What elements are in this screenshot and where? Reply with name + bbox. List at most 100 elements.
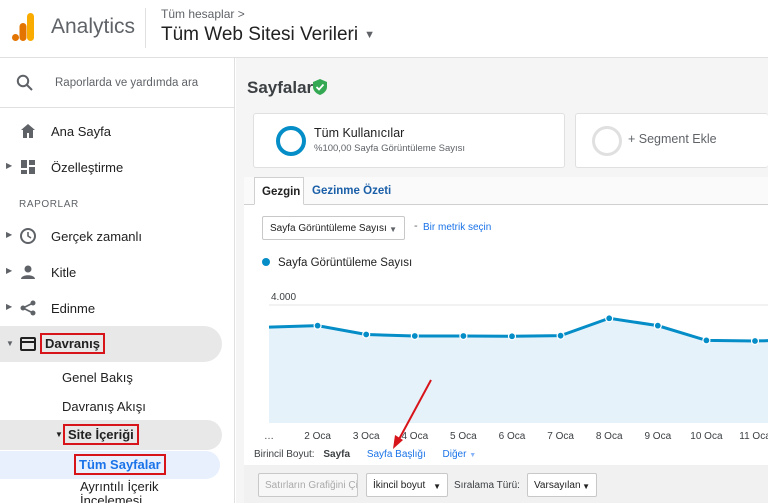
app-name: Analytics <box>51 15 136 38</box>
sort-type-value: Varsayılan <box>534 480 581 491</box>
home-icon <box>21 124 35 138</box>
y-tick-label: 4.000 <box>271 292 296 303</box>
sidebar-item-audience[interactable]: ▶ Kitle <box>0 254 222 290</box>
data-point <box>605 314 614 323</box>
sidebar-item-realtime[interactable]: ▶ Gerçek zamanlı <box>0 218 222 254</box>
data-point <box>410 331 419 341</box>
pageviews-chart[interactable]: 4.0002.000…2 Oca3 Oca4 Oca5 Oca6 Oca7 Oc… <box>244 275 768 447</box>
clock-icon <box>20 228 36 244</box>
annotation-arrow-icon <box>393 379 432 449</box>
sidebar-search[interactable]: Raporlarda ve yardımda ara <box>0 58 235 108</box>
collapse-arrow-icon[interactable]: ▼ <box>55 430 63 439</box>
sidebar-item-home[interactable]: Ana Sayfa <box>0 113 222 149</box>
x-tick-label: 2 Oca <box>304 431 331 442</box>
legend-label: Sayfa Görüntüleme Sayısı <box>278 257 413 269</box>
verified-check-icon <box>313 79 327 95</box>
expand-arrow-icon[interactable]: ▶ <box>6 302 12 311</box>
search-input[interactable]: Raporlarda ve yardımda ara <box>55 77 198 89</box>
x-tick-label: … <box>264 431 274 442</box>
choose-metric-link[interactable]: Bir metrik seçin <box>423 222 491 233</box>
sidebar-item-behavior[interactable]: ▼ Davranış <box>0 326 222 362</box>
sidebar-item-label: Edinme <box>51 301 96 316</box>
analytics-logo-icon[interactable] <box>12 13 34 41</box>
expand-arrow-icon[interactable]: ▶ <box>6 161 12 170</box>
data-point <box>556 331 565 340</box>
sidebar-subitem-overview[interactable]: Genel Bakış <box>62 370 133 385</box>
plot-rows-button[interactable]: Satırların Grafiğini Çiz <box>258 473 358 497</box>
add-segment-label: + Segment Ekle <box>628 132 717 146</box>
dashboard-icon <box>21 160 35 174</box>
chevron-down-icon: ▼ <box>469 452 477 459</box>
sidebar-subitem-content-drilldown[interactable]: Ayrıntılı İçerik İncelemesi <box>80 480 220 503</box>
sidebar-subitem-behavior-flow[interactable]: Davranış Akışı <box>62 399 146 414</box>
dimension-other[interactable]: Diğer ▼ <box>443 449 477 460</box>
sidebar-item-label: Gerçek zamanlı <box>51 229 143 244</box>
section-label-reports: RAPORLAR <box>19 199 79 210</box>
segment-ring-icon <box>276 126 306 156</box>
person-icon <box>21 265 35 279</box>
segment-all-users[interactable]: Tüm Kullanıcılar %100,00 Sayfa Görüntüle… <box>253 113 565 168</box>
secondary-dimension-dropdown[interactable]: İkincil boyut ▼ <box>366 473 448 497</box>
dimension-row: Birincil Boyut: Sayfa Sayfa Başlığı Diğe… <box>254 449 476 460</box>
search-icon <box>16 74 33 91</box>
sidebar-item-label: Davranış <box>40 333 105 354</box>
sidebar: Raporlarda ve yardımda ara Ana Sayfa ▶ Ö… <box>0 58 235 503</box>
property-name: Tüm Web Sitesi Verileri <box>161 24 359 45</box>
expand-arrow-icon[interactable]: ▶ <box>6 230 12 239</box>
tab-navigation-summary[interactable]: Gezinme Özeti <box>312 177 391 205</box>
dimension-page[interactable]: Sayfa <box>323 449 350 460</box>
expand-arrow-icon[interactable]: ▶ <box>6 266 12 275</box>
data-point <box>702 336 711 345</box>
data-point <box>313 321 322 330</box>
tab-explorer[interactable]: Gezgin <box>254 177 304 205</box>
x-tick-label: 11 Oca <box>739 431 768 442</box>
report-tabs: Gezgin Gezinme Özeti <box>244 177 768 205</box>
top-header: Analytics Tüm hesaplar > Tüm Web Sitesi … <box>0 0 768 58</box>
data-point <box>750 336 760 346</box>
empty-segment-ring-icon <box>592 126 622 156</box>
area-fill <box>269 318 768 423</box>
sidebar-subitem-site-content[interactable]: Site İçeriği <box>63 424 139 445</box>
sidebar-item-acquisition[interactable]: ▶ Edinme <box>0 290 222 326</box>
x-tick-label: 9 Oca <box>644 431 671 442</box>
breadcrumb[interactable]: Tüm hesaplar > <box>161 7 245 21</box>
collapse-arrow-icon[interactable]: ▼ <box>6 339 14 348</box>
dropdown-arrow-icon: ▼ <box>433 482 441 491</box>
x-tick-label: 3 Oca <box>353 431 380 442</box>
metric-dropdown-value: Sayfa Görüntüleme Sayısı <box>270 223 387 234</box>
table-toolbar: Satırların Grafiğini Çiz İkincil boyut ▼… <box>244 465 768 503</box>
main-content: Sayfalar Tüm Kullanıcılar %100,00 Sayfa … <box>236 58 768 503</box>
dropdown-arrow-icon: ▼ <box>582 482 590 491</box>
x-tick-label: 6 Oca <box>499 431 526 442</box>
header-divider <box>145 8 146 48</box>
x-tick-label: 7 Oca <box>547 431 574 442</box>
sidebar-item-label: Kitle <box>51 265 77 280</box>
report-panel: Gezgin Gezinme Özeti Sayfa Görüntüleme S… <box>244 177 768 503</box>
data-point <box>459 331 468 341</box>
sidebar-item-label: Ana Sayfa <box>51 124 111 139</box>
metric-dropdown[interactable]: Sayfa Görüntüleme Sayısı ▼ <box>262 216 405 240</box>
secondary-dimension-label: İkincil boyut <box>373 480 426 491</box>
sidebar-item-customization[interactable]: ▶ Özelleştirme <box>0 149 222 185</box>
chart-legend[interactable]: Sayfa Görüntüleme Sayısı <box>262 257 412 269</box>
x-tick-label: 8 Oca <box>596 431 623 442</box>
acquisition-icon <box>20 300 36 316</box>
segment-subtitle: %100,00 Sayfa Görüntüleme Sayısı <box>314 143 466 154</box>
x-tick-label: 10 Oca <box>690 431 723 442</box>
property-selector[interactable]: Tüm Web Sitesi Verileri ▼ <box>161 24 375 46</box>
metric-separator: - <box>414 220 418 232</box>
primary-dimension-label: Birincil Boyut: <box>254 449 315 460</box>
dropdown-arrow-icon: ▼ <box>389 225 397 234</box>
sort-type-dropdown[interactable]: Varsayılan ▼ <box>527 473 597 497</box>
segment-title: Tüm Kullanıcılar <box>314 126 405 140</box>
data-point <box>362 330 371 339</box>
sort-type-label: Sıralama Türü: <box>454 480 520 491</box>
x-tick-label: 5 Oca <box>450 431 477 442</box>
data-point <box>507 332 517 341</box>
sidebar-subitem-all-pages[interactable]: Tüm Sayfalar <box>74 454 166 475</box>
chevron-down-icon: ▼ <box>364 28 375 41</box>
add-segment-button[interactable]: + Segment Ekle <box>575 113 768 168</box>
dimension-other-label: Diğer <box>442 449 467 460</box>
data-point <box>653 321 662 330</box>
behavior-icon <box>20 337 36 351</box>
